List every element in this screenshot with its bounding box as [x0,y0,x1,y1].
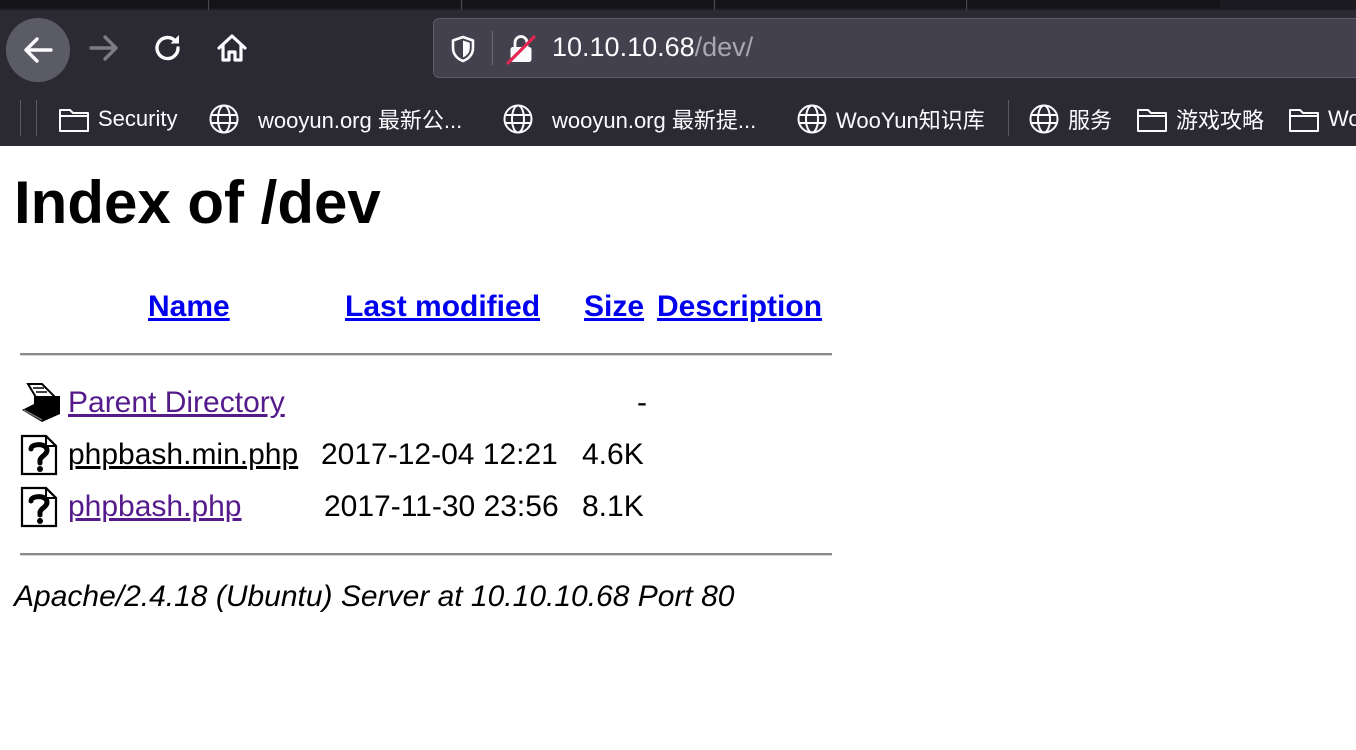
tab[interactable] [0,0,208,8]
bookmarks-toolbar: Security wooyun.org 最新公... wooyun.org 最新… [0,92,1356,146]
folder-icon [1289,109,1319,132]
header-divider [20,353,832,356]
url-path: /dev/ [694,32,754,62]
file-size: 4.6K [582,438,644,471]
home-button[interactable] [210,26,254,70]
url-host: 10.10.10.68 [552,32,695,62]
bookmark-label: wooyun.org 最新公... [258,108,463,133]
page-title: Index of /dev [14,169,381,236]
tab-separator [714,0,715,10]
shield-icon[interactable] [450,35,476,63]
file-modified: 2017-12-04 12:21 [321,438,558,471]
arrow-right-icon [89,35,118,61]
column-header-last-modified[interactable]: Last modified [345,290,540,324]
tab[interactable] [463,0,713,8]
home-icon [217,34,247,62]
unknown-file-icon [20,486,58,528]
globe-icon [797,104,827,134]
bookmark-label: Security [98,106,178,131]
insecure-lock-icon[interactable] [506,33,536,65]
bookmark-wooyun-knowledge[interactable]: WooYun知识库 [796,102,985,136]
file-link-phpbash-min[interactable]: phpbash.min.php [68,438,298,472]
bookmark-wooyun-public[interactable]: wooyun.org 最新公... [208,102,462,136]
column-header-name[interactable]: Name [148,290,230,324]
server-signature: Apache/2.4.18 (Ubuntu) Server at 10.10.1… [14,580,735,613]
folder-icon [1137,109,1167,132]
url-separator [492,31,493,65]
bookmark-label: Wo [1328,106,1356,131]
url-bar[interactable]: 10.10.10.68/dev/ [433,18,1356,78]
bookmark-security[interactable]: Security [58,102,177,136]
bookmark-label: 服务 [1068,108,1113,133]
unknown-file-icon [20,434,58,476]
file-size: - [637,386,647,419]
footer-divider [20,553,832,556]
globe-icon [503,104,533,134]
forward-button[interactable] [82,26,126,70]
column-header-description[interactable]: Description [657,290,822,324]
tab-separator [966,0,967,10]
file-size: 8.1K [582,490,644,523]
tab[interactable] [716,0,966,8]
tab[interactable] [968,0,1220,8]
file-modified: 2017-11-30 23:56 [324,490,559,523]
tab[interactable] [210,0,460,8]
bookmark-separator [1008,100,1009,136]
bookmark-wo[interactable]: Wo [1288,102,1356,136]
tab-separator [461,0,462,10]
url-text[interactable]: 10.10.10.68/dev/ [552,32,753,63]
bookmark-separator [36,100,37,136]
bookmark-label: WooYun知识库 [836,108,985,133]
back-button[interactable] [6,18,70,82]
bookmark-separator [20,100,21,136]
globe-icon [1029,104,1059,134]
folder-icon [59,109,89,132]
file-link-parent-directory[interactable]: Parent Directory [68,386,285,420]
arrow-left-icon [24,37,53,63]
tab-strip [0,0,1356,10]
globe-icon [209,104,239,134]
tab-separator [208,0,209,10]
bookmark-wooyun-submit[interactable]: wooyun.org 最新提... [502,102,756,136]
bookmark-game-guides[interactable]: 游戏攻略 [1136,102,1264,136]
reload-icon [155,35,180,61]
page-content: Index of /dev Name Last modified Size De… [0,146,1356,750]
column-header-size[interactable]: Size [584,290,644,324]
browser-chrome: 10.10.10.68/dev/ Security wooyun.org 最新公… [0,0,1356,146]
bookmark-label: 游戏攻略 [1176,108,1265,133]
bookmark-label: wooyun.org 最新提... [552,108,757,133]
bookmark-services[interactable]: 服务 [1028,102,1112,136]
file-link-phpbash[interactable]: phpbash.php [68,490,242,524]
back-folder-icon [22,383,60,422]
reload-button[interactable] [146,26,190,70]
